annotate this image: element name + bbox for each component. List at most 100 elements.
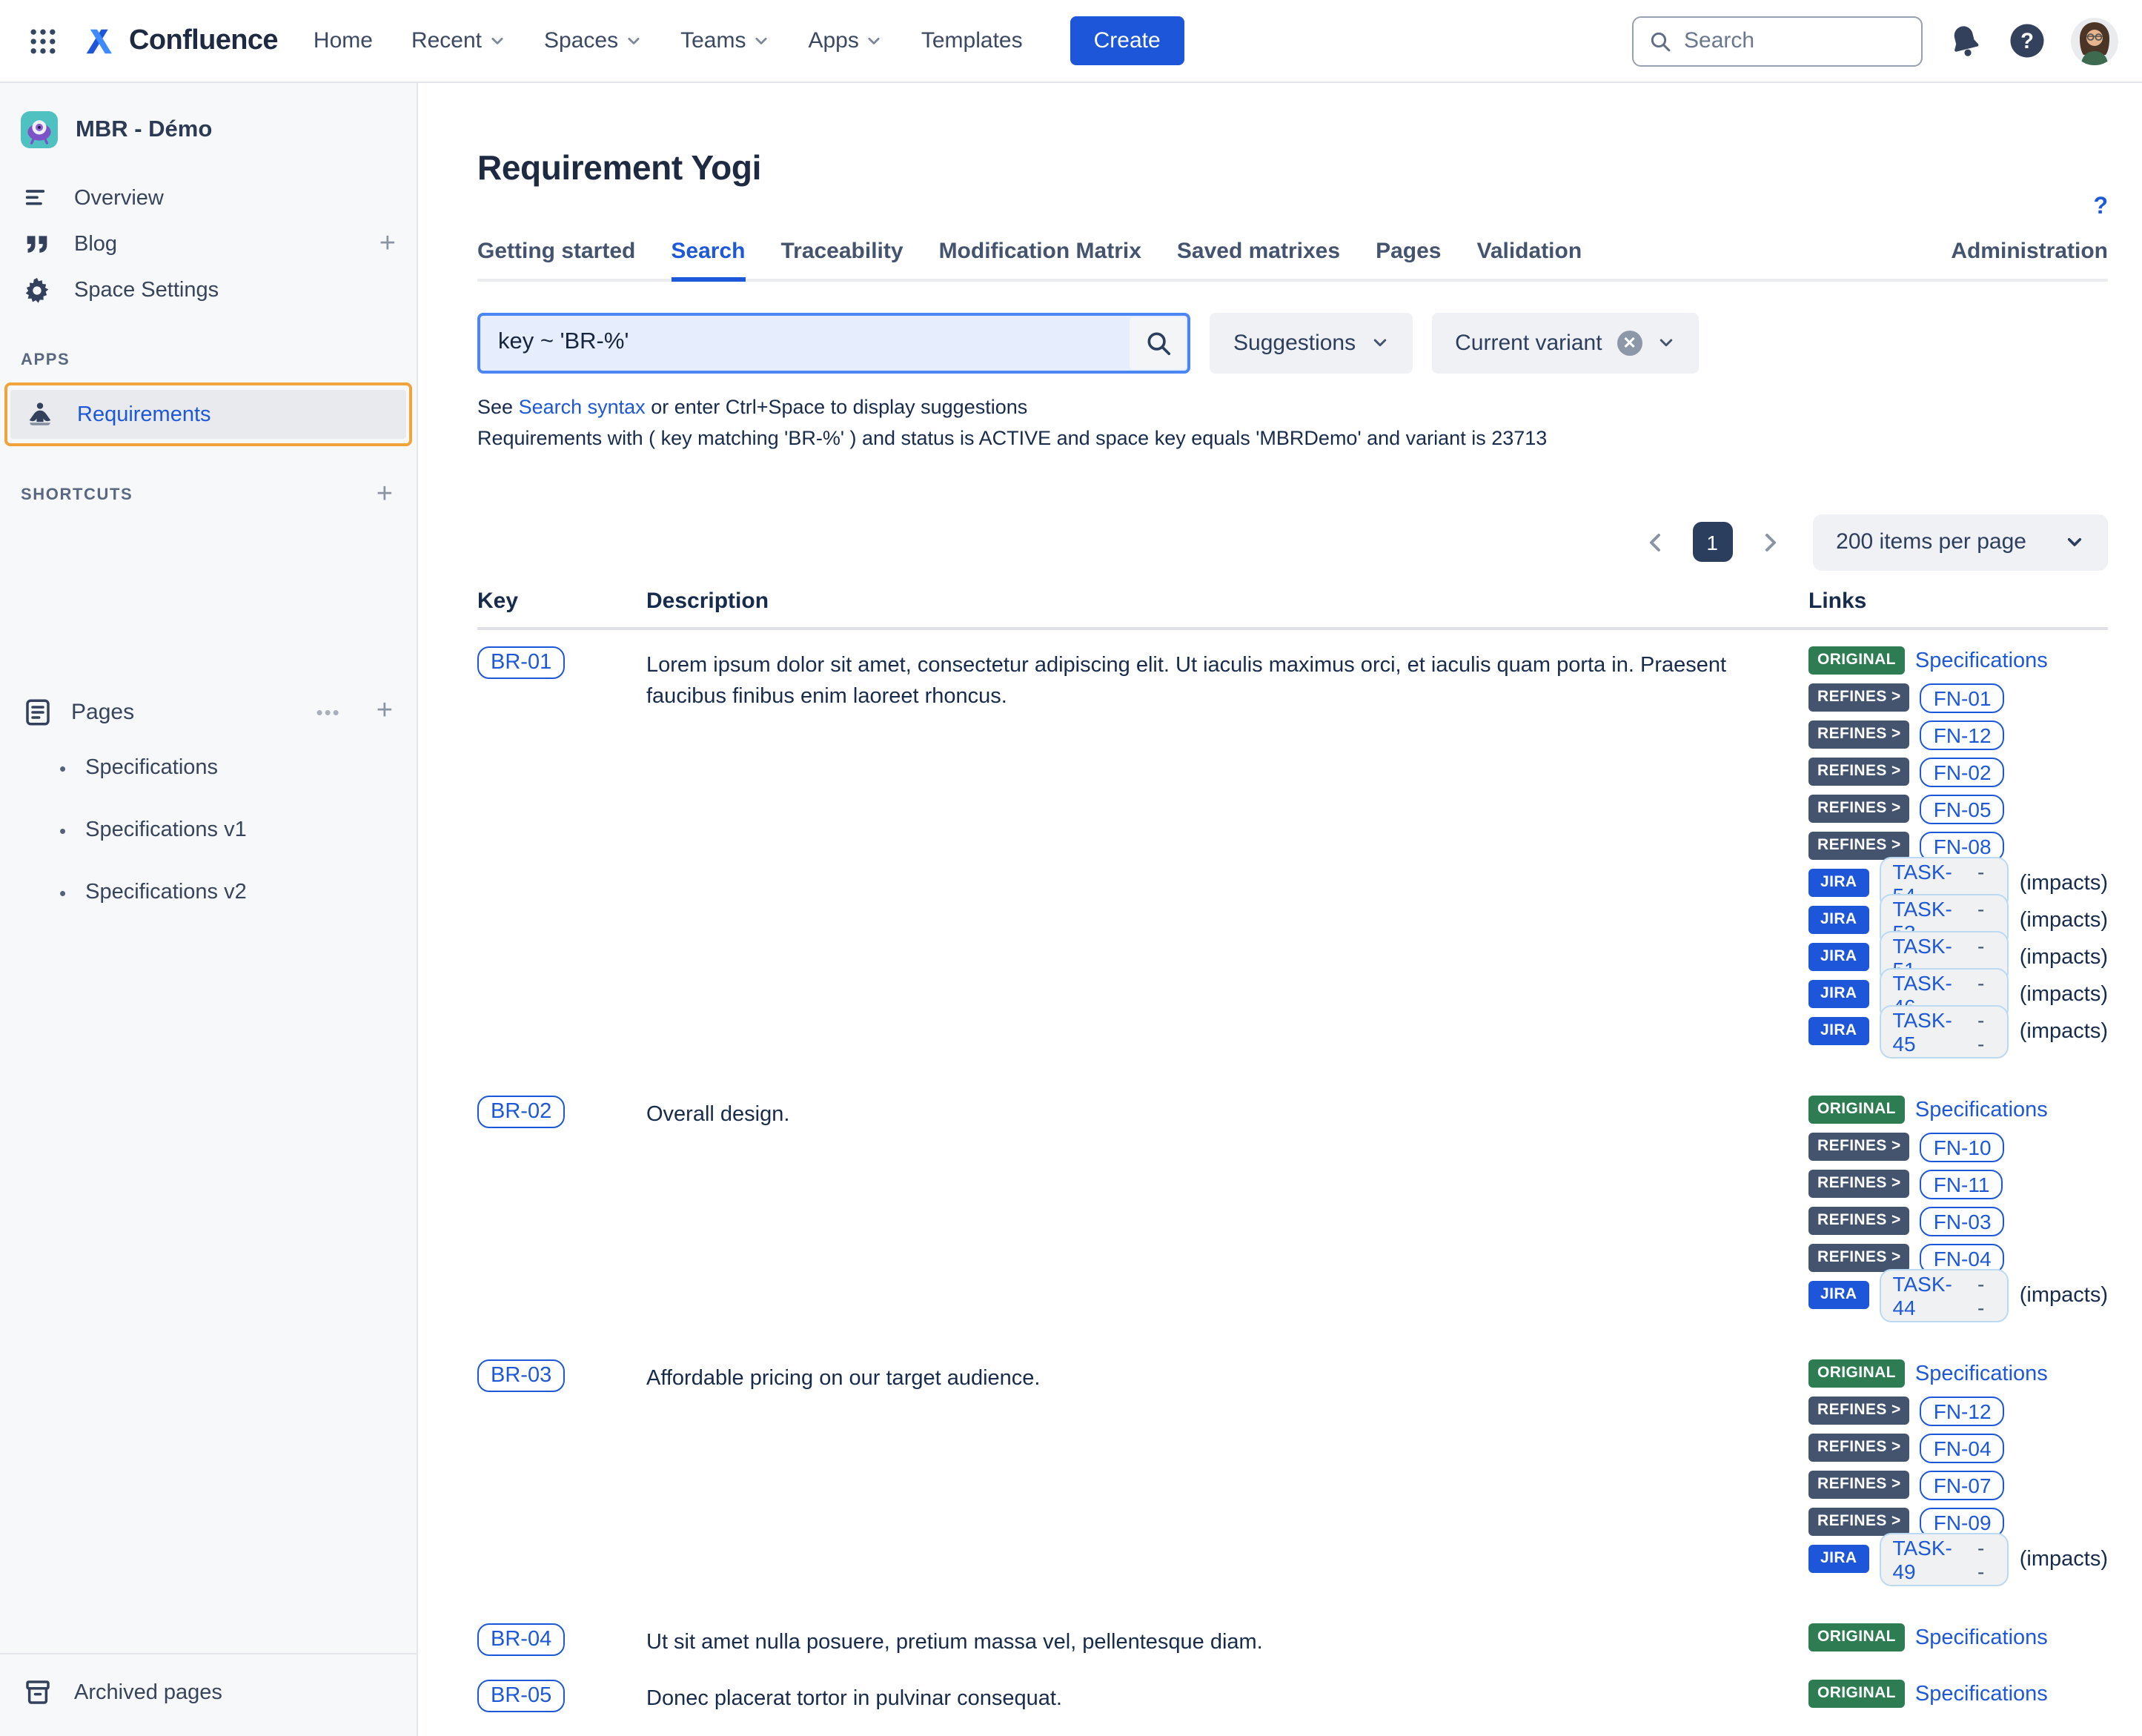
- impacts-label: (impacts): [2020, 908, 2108, 932]
- chevron-left-icon: [1643, 530, 1667, 554]
- links-cell: ORIGINAL Specifications: [1808, 1679, 2108, 1716]
- confluence-logo[interactable]: Confluence: [80, 21, 278, 60]
- tab-search[interactable]: Search: [671, 230, 745, 282]
- page-title: Requirement Yogi: [477, 148, 2108, 188]
- original-badge: ORIGINAL: [1808, 1680, 1905, 1708]
- requirement-query-input[interactable]: [480, 329, 1128, 356]
- page-tree-item[interactable]: •Specifications v2: [0, 861, 417, 924]
- add-blog-button[interactable]: +: [379, 230, 396, 258]
- requirement-key-link[interactable]: BR-05: [477, 1679, 565, 1712]
- search-controls: Suggestions Current variant ✕: [477, 312, 2108, 373]
- refined-requirement-link[interactable]: FN-11: [1920, 1169, 2003, 1199]
- sidebar-item-overview[interactable]: Overview: [0, 175, 417, 221]
- tab-administration[interactable]: Administration: [1951, 230, 2108, 282]
- search-syntax-link[interactable]: Search syntax: [519, 395, 646, 417]
- original-badge: ORIGINAL: [1808, 647, 1905, 675]
- nav-item-label: Teams: [680, 28, 746, 53]
- run-search-button[interactable]: [1130, 317, 1186, 368]
- hint-prefix: See: [477, 395, 513, 417]
- sidebar-item-archived-pages[interactable]: Archived pages: [0, 1669, 417, 1715]
- original-page-link[interactable]: Specifications: [1915, 1682, 2048, 1706]
- global-search[interactable]: [1632, 16, 1923, 66]
- previous-page-button[interactable]: [1640, 527, 1670, 557]
- refined-requirement-link[interactable]: FN-10: [1920, 1132, 2005, 1162]
- original-page-link[interactable]: Specifications: [1915, 1362, 2048, 1385]
- key-cell: BR-02: [477, 1095, 646, 1127]
- link-item: REFINES >FN-11: [1808, 1169, 2108, 1199]
- link-item: ORIGINALSpecifications: [1808, 1623, 2108, 1652]
- items-per-page-dropdown[interactable]: 200 items per page: [1812, 514, 2108, 570]
- nav-item-teams[interactable]: Teams: [680, 28, 769, 53]
- nav-item-recent[interactable]: Recent: [411, 28, 505, 53]
- clear-variant-icon[interactable]: ✕: [1617, 330, 1642, 355]
- current-page-button[interactable]: 1: [1692, 522, 1732, 562]
- refined-requirement-link[interactable]: FN-02: [1920, 757, 2005, 786]
- pages-more-button[interactable]: •••: [316, 700, 340, 723]
- tab-traceability[interactable]: Traceability: [780, 230, 903, 282]
- help-button[interactable]: ?: [2007, 21, 2047, 61]
- jira-issue-link[interactable]: TASK-49- -: [1879, 1532, 2009, 1586]
- tab-validation[interactable]: Validation: [1476, 230, 1582, 282]
- chevron-down-icon: [1370, 334, 1388, 351]
- space-header[interactable]: MBR - Démo: [0, 111, 417, 148]
- create-button[interactable]: Create: [1070, 16, 1184, 65]
- requirement-key-link[interactable]: BR-04: [477, 1623, 565, 1655]
- refined-requirement-link[interactable]: FN-03: [1920, 1206, 2005, 1236]
- requirement-key-link[interactable]: BR-01: [477, 646, 565, 678]
- notifications-button[interactable]: [1946, 22, 1983, 59]
- original-page-link[interactable]: Specifications: [1915, 1626, 2048, 1649]
- sidebar-item-pages[interactable]: Pages ••• +: [0, 686, 417, 737]
- page-tree-item[interactable]: •Specifications: [0, 737, 417, 799]
- nav-item-apps[interactable]: Apps: [808, 28, 882, 53]
- nav-item-templates[interactable]: Templates: [921, 28, 1023, 53]
- nav-item-label: Templates: [921, 28, 1023, 53]
- refined-requirement-link[interactable]: FN-05: [1920, 794, 2005, 824]
- nav-item-home[interactable]: Home: [314, 28, 373, 53]
- sidebar-item-requirements[interactable]: Requirements: [10, 390, 406, 439]
- sidebar-item-blog[interactable]: Blog+: [0, 221, 417, 267]
- refined-requirement-link[interactable]: FN-12: [1920, 720, 2005, 749]
- nav-item-spaces[interactable]: Spaces: [544, 28, 642, 53]
- global-search-input[interactable]: [1684, 28, 1906, 53]
- tab-modification-matrix[interactable]: Modification Matrix: [939, 230, 1141, 282]
- refined-requirement-link[interactable]: FN-04: [1920, 1433, 2005, 1462]
- sidebar-nav: OverviewBlog+Space Settings: [0, 175, 417, 313]
- refined-requirement-link[interactable]: FN-07: [1920, 1470, 2005, 1500]
- original-page-link[interactable]: Specifications: [1915, 1098, 2048, 1122]
- link-item: REFINES >FN-02: [1808, 757, 2108, 786]
- jira-issue-link[interactable]: TASK-45- -: [1879, 1004, 2009, 1058]
- link-item: REFINES > FN-12: [1808, 720, 2108, 749]
- sidebar-item-space-settings[interactable]: Space Settings: [0, 267, 417, 313]
- requirement-key-link[interactable]: BR-03: [477, 1359, 565, 1391]
- refined-requirement-link[interactable]: FN-12: [1920, 1396, 2005, 1425]
- jira-badge: JIRA: [1808, 944, 1869, 971]
- refines-badge: REFINES >: [1808, 721, 1910, 749]
- app-switcher-button[interactable]: [21, 19, 65, 63]
- jira-issue-link[interactable]: TASK-44- -: [1879, 1268, 2009, 1322]
- add-shortcut-button[interactable]: +: [377, 479, 393, 511]
- description-text: Lorem ipsum dolor sit amet, consectetur …: [646, 646, 1764, 712]
- requirement-key-link[interactable]: BR-02: [477, 1095, 565, 1127]
- tab-getting-started[interactable]: Getting started: [477, 230, 635, 282]
- next-page-button[interactable]: [1754, 527, 1784, 557]
- requirements-table: Key Description Links BR-01Lorem ipsum d…: [477, 588, 2108, 1736]
- confluence-mark-icon: [80, 21, 119, 60]
- original-page-link[interactable]: Specifications: [1915, 649, 2048, 672]
- refined-requirement-link[interactable]: FN-01: [1920, 683, 2005, 712]
- jira-issue-key: TASK-45: [1892, 1007, 1970, 1055]
- link-item: ORIGINALSpecifications: [1808, 1095, 2108, 1124]
- variant-dropdown[interactable]: Current variant ✕: [1431, 312, 1698, 373]
- ry-help-link[interactable]: ?: [2093, 194, 2108, 221]
- page-tree-item[interactable]: •Specifications v1: [0, 799, 417, 861]
- user-avatar[interactable]: [2071, 17, 2118, 64]
- key-cell: BR-01: [477, 646, 646, 678]
- tab-pages[interactable]: Pages: [1376, 230, 1441, 282]
- suggestions-dropdown[interactable]: Suggestions: [1210, 312, 1412, 373]
- sidebar-item-label: Requirements: [77, 402, 211, 426]
- screen: Confluence Home Recent Spaces Teams Apps Temp…: [0, 0, 2142, 1736]
- add-page-button[interactable]: +: [377, 695, 393, 728]
- tab-saved-matrixes[interactable]: Saved matrixes: [1177, 230, 1340, 282]
- requirement-query-field[interactable]: [477, 312, 1190, 373]
- pages-icon: [21, 696, 53, 727]
- chevron-down-icon: [489, 33, 505, 49]
